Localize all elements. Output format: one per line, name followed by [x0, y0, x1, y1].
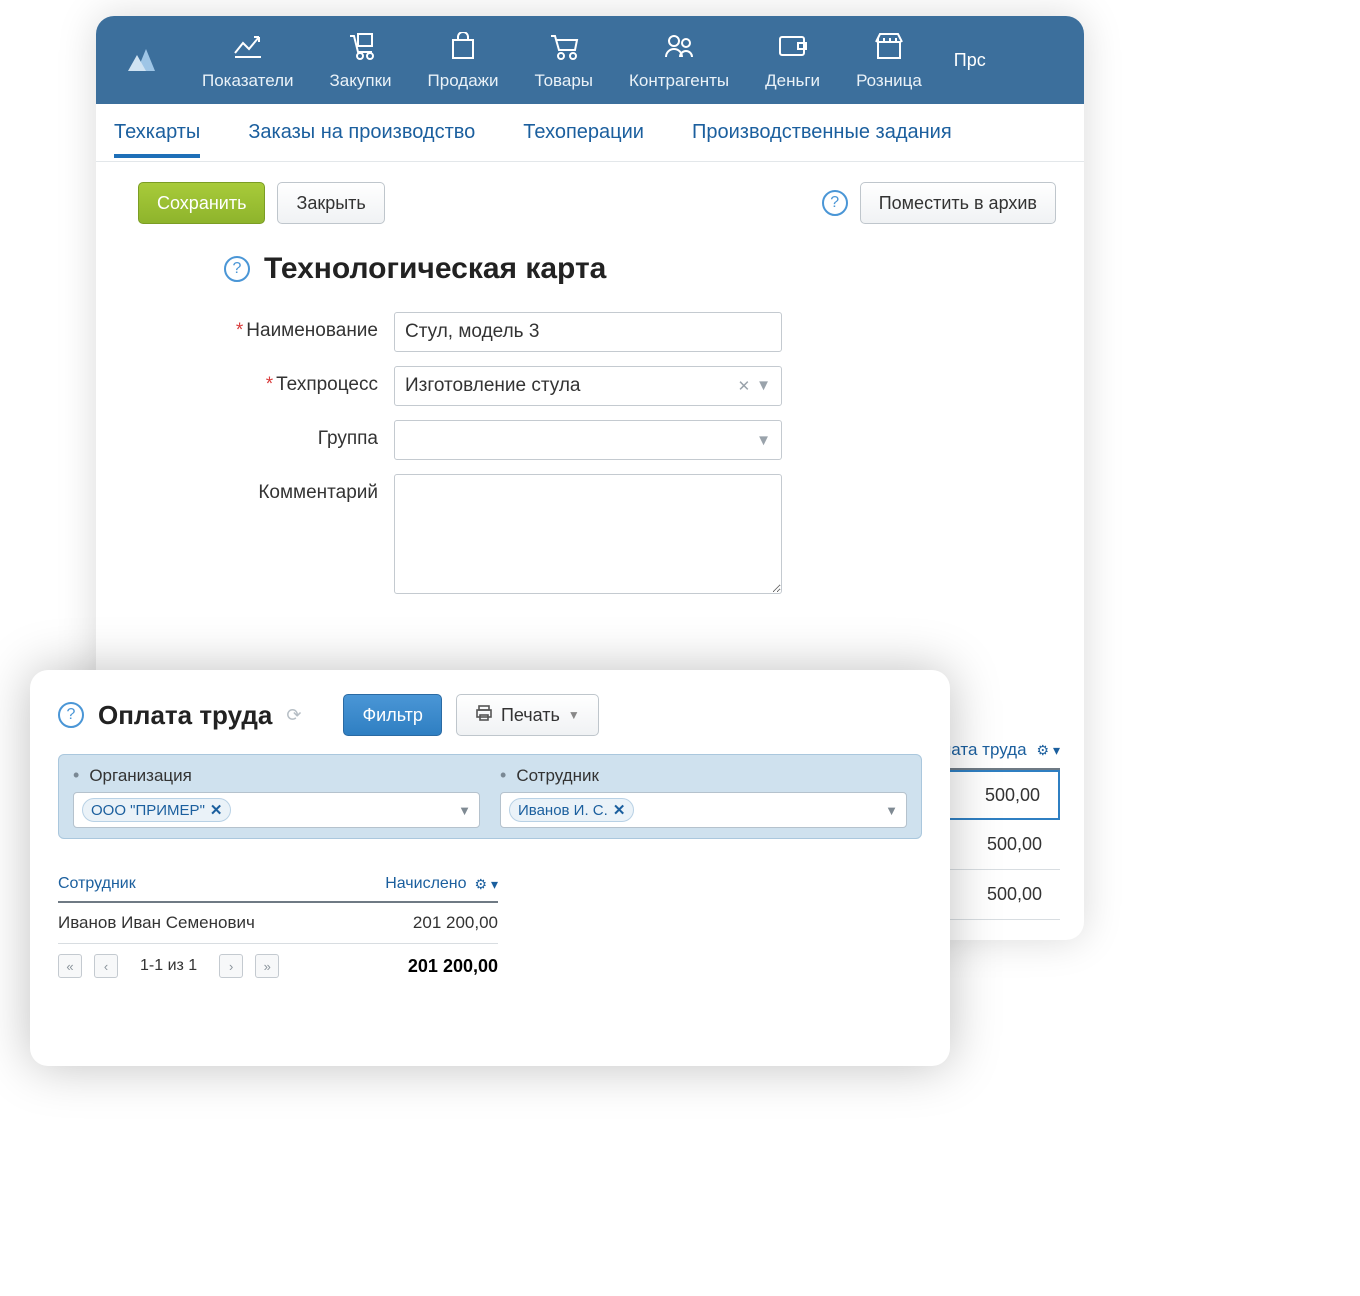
- cart-dolly-icon: [344, 29, 378, 63]
- form-area: ? Технологическая карта *Наименование *Т…: [96, 224, 1084, 594]
- toolbar: Сохранить Закрыть ? Поместить в архив: [96, 162, 1084, 224]
- group-label: Группа: [224, 420, 394, 450]
- group-select[interactable]: ▼: [394, 420, 782, 460]
- gear-icon[interactable]: ⚙ ▾: [475, 876, 498, 893]
- filter-org-label: Организация: [73, 765, 480, 786]
- nav-label: Контрагенты: [629, 71, 729, 91]
- process-label: *Техпроцесс: [224, 366, 394, 396]
- help-icon[interactable]: ?: [822, 190, 848, 216]
- nav-retail[interactable]: Розница: [838, 16, 940, 104]
- name-input[interactable]: [394, 312, 782, 352]
- nav-cutoff[interactable]: Прс: [940, 50, 994, 71]
- clear-icon[interactable]: ✕: [738, 377, 751, 395]
- pager-last[interactable]: »: [255, 954, 279, 978]
- result-table: Сотрудник Начислено ⚙ ▾ Иванов Иван Семе…: [58, 875, 498, 988]
- col-employee[interactable]: Сотрудник: [58, 875, 348, 893]
- pager-prev[interactable]: ‹: [94, 954, 118, 978]
- close-button[interactable]: Закрыть: [277, 182, 384, 224]
- refresh-icon[interactable]: ⟳: [286, 705, 301, 726]
- wallet-icon: [776, 29, 810, 63]
- filter-box: Организация ООО "ПРИМЕР"✕ ▼ Сотрудник Ив…: [58, 754, 922, 839]
- table-total: 201 200,00: [348, 956, 498, 977]
- nav-label: Розница: [856, 71, 922, 91]
- tab-prod-tasks[interactable]: Производственные задания: [692, 107, 952, 158]
- nav-label: Товары: [535, 71, 593, 91]
- tab-prod-orders[interactable]: Заказы на производство: [248, 107, 475, 158]
- comment-label: Комментарий: [224, 474, 394, 504]
- tab-techops[interactable]: Техоперации: [523, 107, 644, 158]
- row-employee: Иванов Иван Семенович: [58, 913, 348, 933]
- filter-button[interactable]: Фильтр: [343, 694, 441, 736]
- process-select[interactable]: Изготовление стула ✕ ▼: [394, 366, 782, 406]
- nav-label: Показатели: [202, 71, 294, 91]
- comment-textarea[interactable]: [394, 474, 782, 594]
- gear-icon[interactable]: ⚙ ▾: [1037, 742, 1060, 759]
- page-title: Технологическая карта: [264, 252, 606, 286]
- nav-purchases[interactable]: Закупки: [312, 16, 410, 104]
- print-button[interactable]: Печать ▼: [456, 694, 599, 736]
- filter-emp-select[interactable]: Иванов И. С.✕ ▼: [500, 792, 907, 828]
- nav-goods[interactable]: Товары: [517, 16, 611, 104]
- pager-first[interactable]: «: [58, 954, 82, 978]
- pager-text: 1-1 из 1: [140, 957, 197, 975]
- top-nav: Показатели Закупки Продажи Товары Контра…: [96, 16, 1084, 104]
- chevron-down-icon[interactable]: ▼: [756, 377, 771, 395]
- nav-indicators[interactable]: Показатели: [184, 16, 312, 104]
- process-value: Изготовление стула: [405, 375, 581, 397]
- filter-emp-label: Сотрудник: [500, 765, 907, 786]
- chevron-down-icon[interactable]: ▼: [756, 432, 771, 449]
- chart-line-icon: [231, 29, 265, 63]
- close-icon[interactable]: ✕: [210, 801, 223, 819]
- col-accrued[interactable]: Начислено ⚙ ▾: [348, 875, 498, 893]
- chevron-down-icon[interactable]: ▼: [885, 803, 898, 818]
- pay-column-header: лата труда: [941, 740, 1026, 760]
- payroll-title: Оплата труда: [98, 700, 272, 731]
- filter-org-select[interactable]: ООО "ПРИМЕР"✕ ▼: [73, 792, 480, 828]
- name-label: *Наименование: [224, 312, 394, 342]
- emp-chip[interactable]: Иванов И. С.✕: [509, 798, 634, 822]
- sub-nav: Техкарты Заказы на производство Техопера…: [96, 104, 1084, 162]
- tab-techcards[interactable]: Техкарты: [114, 107, 200, 158]
- nav-money[interactable]: Деньги: [747, 16, 838, 104]
- nav-label: Закупки: [330, 71, 392, 91]
- bag-icon: [446, 29, 480, 63]
- help-icon[interactable]: ?: [58, 702, 84, 728]
- row-sum: 201 200,00: [348, 913, 498, 933]
- printer-icon: [475, 704, 493, 727]
- nav-label: Продажи: [428, 71, 499, 91]
- close-icon[interactable]: ✕: [613, 801, 626, 819]
- save-button[interactable]: Сохранить: [138, 182, 265, 224]
- store-icon: [872, 29, 906, 63]
- nav-label: Деньги: [765, 71, 820, 91]
- app-logo[interactable]: [122, 35, 172, 85]
- chevron-down-icon: ▼: [568, 708, 580, 722]
- payroll-window: ? Оплата труда ⟳ Фильтр Печать ▼ Организ…: [30, 670, 950, 1066]
- pager-next[interactable]: ›: [219, 954, 243, 978]
- chevron-down-icon[interactable]: ▼: [458, 803, 471, 818]
- cart-icon: [547, 29, 581, 63]
- people-icon: [662, 29, 696, 63]
- archive-button[interactable]: Поместить в архив: [860, 182, 1056, 224]
- org-chip[interactable]: ООО "ПРИМЕР"✕: [82, 798, 231, 822]
- nav-contractors[interactable]: Контрагенты: [611, 16, 747, 104]
- nav-sales[interactable]: Продажи: [410, 16, 517, 104]
- help-icon[interactable]: ?: [224, 256, 250, 282]
- table-row[interactable]: Иванов Иван Семенович 201 200,00: [58, 903, 498, 944]
